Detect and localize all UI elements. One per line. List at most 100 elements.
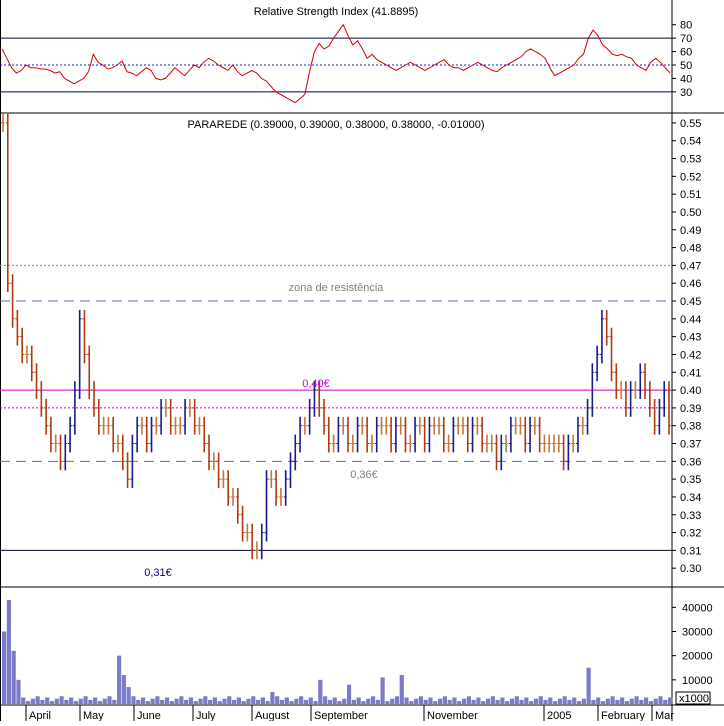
volume-bar: [227, 696, 232, 704]
volume-bar: [212, 697, 218, 704]
volume-bar: [524, 697, 529, 704]
month-label: 2005: [547, 710, 571, 721]
price-tick-label: 0.46: [680, 278, 701, 290]
volume-bar: [265, 701, 270, 704]
month-label: August: [255, 710, 289, 721]
price-annotation: 0,31€: [144, 567, 172, 579]
month-label: April: [29, 710, 51, 721]
volume-bar: [131, 696, 136, 704]
volume-bar: [658, 696, 663, 704]
volume-bar: [260, 697, 265, 704]
volume-bar: [385, 701, 390, 704]
volume-bar: [471, 699, 476, 704]
volume-bar: [404, 697, 409, 704]
volume-bar: [208, 699, 213, 704]
volume-bar: [21, 697, 26, 704]
volume-bar: [332, 697, 337, 704]
price-tick-label: 0.38: [680, 421, 701, 433]
volume-bar: [299, 696, 304, 704]
volume-bar: [294, 698, 299, 704]
volume-bar: [279, 699, 285, 704]
volume-bar: [184, 699, 189, 704]
price-tick-label: 0.36: [680, 456, 701, 468]
price-annotation: 0,36€: [350, 469, 378, 481]
volume-bar: [418, 696, 424, 704]
month-label: July: [196, 710, 216, 721]
price-tick-label: 0.35: [680, 474, 701, 486]
volume-bar: [164, 697, 170, 704]
rsi-line: [1, 23, 671, 104]
volume-bar: [88, 699, 93, 704]
volume-bar: [390, 698, 395, 704]
volume-bar: [366, 698, 371, 704]
volume-bar: [644, 697, 649, 704]
volume-bar: [313, 701, 318, 704]
volume-bar: [375, 699, 380, 704]
volume-bar: [351, 699, 356, 704]
price-tick-label: 0.30: [680, 563, 701, 575]
volume-bar: [203, 696, 208, 704]
volume-bar: [289, 701, 294, 704]
volume-bar: [308, 697, 313, 704]
volume-tick-label: 20000: [682, 651, 713, 663]
volume-bar: [634, 696, 639, 704]
volume-bar: [668, 697, 673, 704]
volume-bar: [16, 679, 21, 704]
volume-bar: [500, 697, 505, 704]
volume-bar: [663, 699, 668, 704]
volume-bar: [323, 696, 328, 704]
volume-bar: [45, 697, 50, 704]
volume-bar: [160, 699, 165, 704]
volume-bar: [476, 697, 481, 704]
month-label: September: [314, 710, 368, 721]
volume-bar: [78, 698, 83, 704]
volume-bar: [231, 699, 237, 704]
volume-bar: [548, 697, 553, 704]
volume-bar: [533, 698, 539, 704]
volume-bar: [447, 699, 452, 704]
volume-bar: [83, 696, 88, 704]
volume-bar: [25, 701, 31, 704]
volume-bar: [543, 699, 548, 704]
volume-bar: [236, 697, 241, 704]
volume-bar: [629, 698, 634, 704]
volume-bar: [495, 699, 500, 704]
volume-bar: [466, 696, 471, 704]
volume-bar: [394, 696, 400, 704]
volume-bar: [246, 698, 251, 704]
volume-bar: [356, 697, 361, 704]
price-tick-label: 0.53: [680, 154, 701, 166]
volume-bar: [572, 697, 577, 704]
volume-bar: [346, 684, 352, 704]
volume-bar: [433, 701, 438, 704]
volume-bar: [557, 698, 562, 704]
volume-bar: [361, 701, 366, 704]
chart-stage: Relative Strength Index (41.8895) 30 40 50…: [0, 0, 724, 722]
volume-bar: [54, 698, 59, 704]
volume-bar: [251, 696, 256, 704]
price-tick-label: 0.52: [680, 171, 701, 183]
volume-bar: [438, 698, 443, 704]
volume-unit-label: x1000: [679, 693, 709, 705]
month-label: Mar: [655, 710, 674, 721]
volume-tick-label: 30000: [682, 627, 713, 639]
price-tick-label: 0.40: [680, 385, 701, 397]
volume-bar: [600, 701, 606, 704]
volume-bar: [121, 675, 126, 704]
volume-bar: [150, 698, 155, 704]
price-tick-label: 0.49: [680, 225, 701, 237]
price-panel: PARAREDE (0.39000, 0.39000, 0.38000, 0.3…: [0, 114, 701, 579]
volume-bar: [217, 701, 222, 704]
price-tick-label: 0.43: [680, 332, 701, 344]
volume-bar: [64, 699, 69, 704]
price-tick-label: 0.31: [680, 545, 701, 557]
volume-bar: [327, 699, 333, 704]
volume-bar: [553, 701, 558, 704]
rsi-tick-label: 30: [680, 87, 692, 99]
price-tick-label: 0.37: [680, 439, 701, 451]
x-axis: April May June July August September November 2…: [25, 705, 674, 722]
volume-bar: [399, 675, 404, 704]
volume-bar: [275, 696, 280, 704]
volume-bar: [69, 697, 74, 704]
volume-bar: [30, 698, 35, 704]
